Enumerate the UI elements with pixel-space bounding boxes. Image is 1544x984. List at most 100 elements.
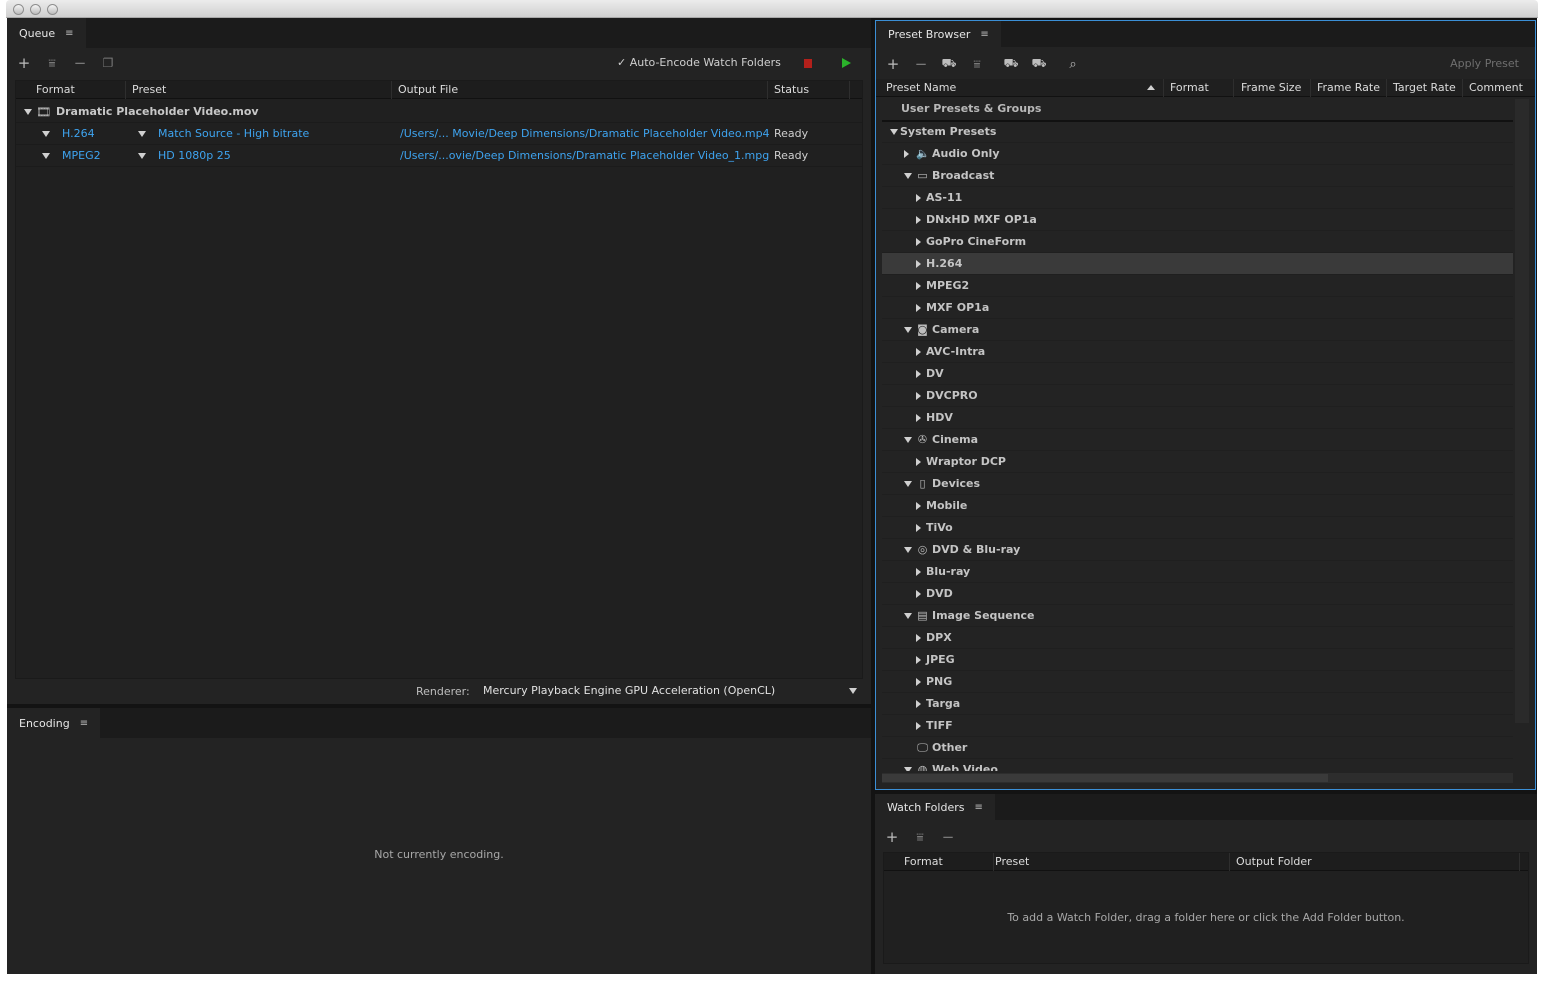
export-preset-icon[interactable]: ⛟ (1028, 54, 1050, 74)
preset-category-row[interactable]: Blu-ray (882, 561, 1513, 583)
queue-item-row[interactable]: H.264 Match Source - High bitrate /Users… (16, 123, 862, 145)
tab-encoding[interactable]: Encoding ≡ (7, 708, 101, 738)
preset-category-row[interactable]: DV (882, 363, 1513, 385)
col-comment[interactable]: Comment (1463, 79, 1533, 97)
preset-group-row[interactable]: ◙ Camera (882, 319, 1513, 341)
preset-group-row[interactable]: ▯ Devices (882, 473, 1513, 495)
new-preset-button[interactable]: + (882, 54, 904, 74)
minimize-window-button[interactable] (30, 4, 41, 15)
item-format[interactable]: H.264 (62, 123, 95, 145)
renderer-select[interactable]: Mercury Playback Engine GPU Acceleration… (477, 680, 863, 702)
preset-settings-icon[interactable]: ⩸ (966, 54, 988, 74)
queue-item-row[interactable]: MPEG2 HD 1080p 25 /Users/...ovie/Deep Di… (16, 145, 862, 167)
remove-button[interactable]: − (69, 53, 91, 73)
item-format[interactable]: MPEG2 (62, 145, 101, 167)
remove-preset-button[interactable]: − (910, 54, 932, 74)
expand-arrow-icon[interactable] (916, 634, 921, 642)
user-presets-row[interactable]: User Presets & Groups (901, 99, 1041, 119)
preset-group-row[interactable]: 🔈 Audio Only (882, 143, 1513, 165)
col-frame-size[interactable]: Frame Size (1235, 79, 1311, 97)
tab-preset-browser[interactable]: Preset Browser ≡ (876, 21, 1001, 47)
close-window-button[interactable] (13, 4, 24, 15)
expand-arrow-icon[interactable] (916, 238, 921, 246)
preset-category-row[interactable]: DVCPRO (882, 385, 1513, 407)
preset-settings-icon[interactable]: ⩸ (909, 827, 931, 847)
preset-tree[interactable]: System Presets 🔈 Audio Only ▭ Broadcast AS-1… (882, 121, 1513, 771)
col-format[interactable]: Format (30, 81, 126, 99)
preset-category-row[interactable]: MXF OP1a (882, 297, 1513, 319)
zoom-window-button[interactable] (47, 4, 58, 15)
preset-category-row[interactable]: MPEG2 (882, 275, 1513, 297)
preset-category-row[interactable]: JPEG (882, 649, 1513, 671)
preset-group-row[interactable]: ▤ Image Sequence (882, 605, 1513, 627)
col-status[interactable]: Status (768, 81, 850, 99)
expand-arrow-icon[interactable] (916, 392, 921, 400)
start-queue-button[interactable] (842, 58, 851, 68)
source-row[interactable]: 🎞 Dramatic Placeholder Video.mov (16, 101, 862, 123)
expand-arrow-icon[interactable] (916, 414, 921, 422)
col-preset[interactable]: Preset (126, 81, 392, 99)
expand-arrow-icon[interactable] (916, 722, 921, 730)
preset-dropdown-icon[interactable] (138, 153, 146, 159)
expand-arrow-icon[interactable] (916, 458, 921, 466)
item-output-file[interactable]: /Users/... Movie/Deep Dimensions/Dramati… (400, 123, 770, 145)
expand-arrow-icon[interactable] (916, 370, 921, 378)
expand-arrow-icon[interactable] (916, 700, 921, 708)
preset-category-row[interactable]: AVC-Intra (882, 341, 1513, 363)
col-format[interactable]: Format (1164, 79, 1234, 97)
preset-group-row[interactable]: ◍ Web Video (882, 759, 1513, 771)
preset-category-row[interactable]: H.264 (882, 253, 1513, 275)
expand-arrow-icon[interactable] (916, 590, 921, 598)
preset-category-row[interactable]: GoPro CineForm (882, 231, 1513, 253)
auto-encode-checkbox[interactable]: ✓ Auto-Encode Watch Folders (617, 56, 781, 69)
preset-dropdown-icon[interactable] (138, 131, 146, 137)
preset-category-row[interactable]: TIFF (882, 715, 1513, 737)
col-preset[interactable]: Preset (989, 853, 1230, 871)
expand-arrow-icon[interactable] (916, 194, 921, 202)
panel-menu-icon[interactable]: ≡ (974, 802, 982, 813)
preset-category-row[interactable]: Wraptor DCP (882, 451, 1513, 473)
collapse-arrow-icon[interactable] (904, 767, 912, 771)
expand-arrow-icon[interactable] (916, 216, 921, 224)
expand-arrow-icon[interactable] (916, 524, 921, 532)
system-presets-row[interactable]: System Presets (882, 121, 1513, 143)
vertical-scrollbar[interactable] (1515, 99, 1529, 723)
col-target-rate[interactable]: Target Rate (1387, 79, 1463, 97)
preset-group-row[interactable]: ▭ Broadcast (882, 165, 1513, 187)
collapse-arrow-icon[interactable] (24, 109, 32, 115)
collapse-arrow-icon[interactable] (904, 547, 912, 553)
tab-queue[interactable]: Queue ≡ (7, 18, 86, 48)
col-output-folder[interactable]: Output Folder (1230, 853, 1520, 871)
panel-menu-icon[interactable]: ≡ (65, 28, 73, 39)
preset-category-row[interactable]: DVD (882, 583, 1513, 605)
item-preset[interactable]: HD 1080p 25 (158, 145, 231, 167)
col-output-file[interactable]: Output File (392, 81, 768, 99)
panel-menu-icon[interactable]: ≡ (80, 718, 88, 729)
expand-arrow-icon[interactable] (916, 260, 921, 268)
stop-queue-button[interactable] (804, 59, 812, 68)
preset-category-row[interactable]: AS-11 (882, 187, 1513, 209)
remove-folder-button[interactable]: − (937, 827, 959, 847)
col-preset-name[interactable]: Preset Name (880, 79, 1164, 97)
preset-group-row[interactable]: ✇ Cinema (882, 429, 1513, 451)
add-folder-button[interactable]: + (881, 827, 903, 847)
item-output-file[interactable]: /Users/...ovie/Deep Dimensions/Dramatic … (400, 145, 769, 167)
import-preset-icon[interactable]: ⛟ (1000, 54, 1022, 74)
preset-category-row[interactable]: Mobile (882, 495, 1513, 517)
item-preset[interactable]: Match Source - High bitrate (158, 123, 309, 145)
preset-category-row[interactable]: DNxHD MXF OP1a (882, 209, 1513, 231)
collapse-arrow-icon[interactable] (904, 437, 912, 443)
expand-arrow-icon[interactable] (916, 348, 921, 356)
expand-arrow-icon[interactable] (916, 678, 921, 686)
tab-watch-folders[interactable]: Watch Folders ≡ (875, 794, 995, 820)
collapse-arrow-icon[interactable] (904, 613, 912, 619)
new-group-icon[interactable]: ⛟ (938, 54, 960, 74)
duplicate-icon[interactable]: ❐ (97, 53, 119, 73)
watch-folders-list[interactable]: Format Preset Output Folder To add a Wat… (883, 852, 1529, 964)
expand-arrow-icon[interactable] (916, 282, 921, 290)
search-icon[interactable]: ⌕ (1062, 54, 1084, 74)
preset-category-row[interactable]: PNG (882, 671, 1513, 693)
panel-menu-icon[interactable]: ≡ (980, 29, 988, 40)
expand-arrow-icon[interactable] (916, 656, 921, 664)
expand-arrow-icon[interactable] (916, 568, 921, 576)
